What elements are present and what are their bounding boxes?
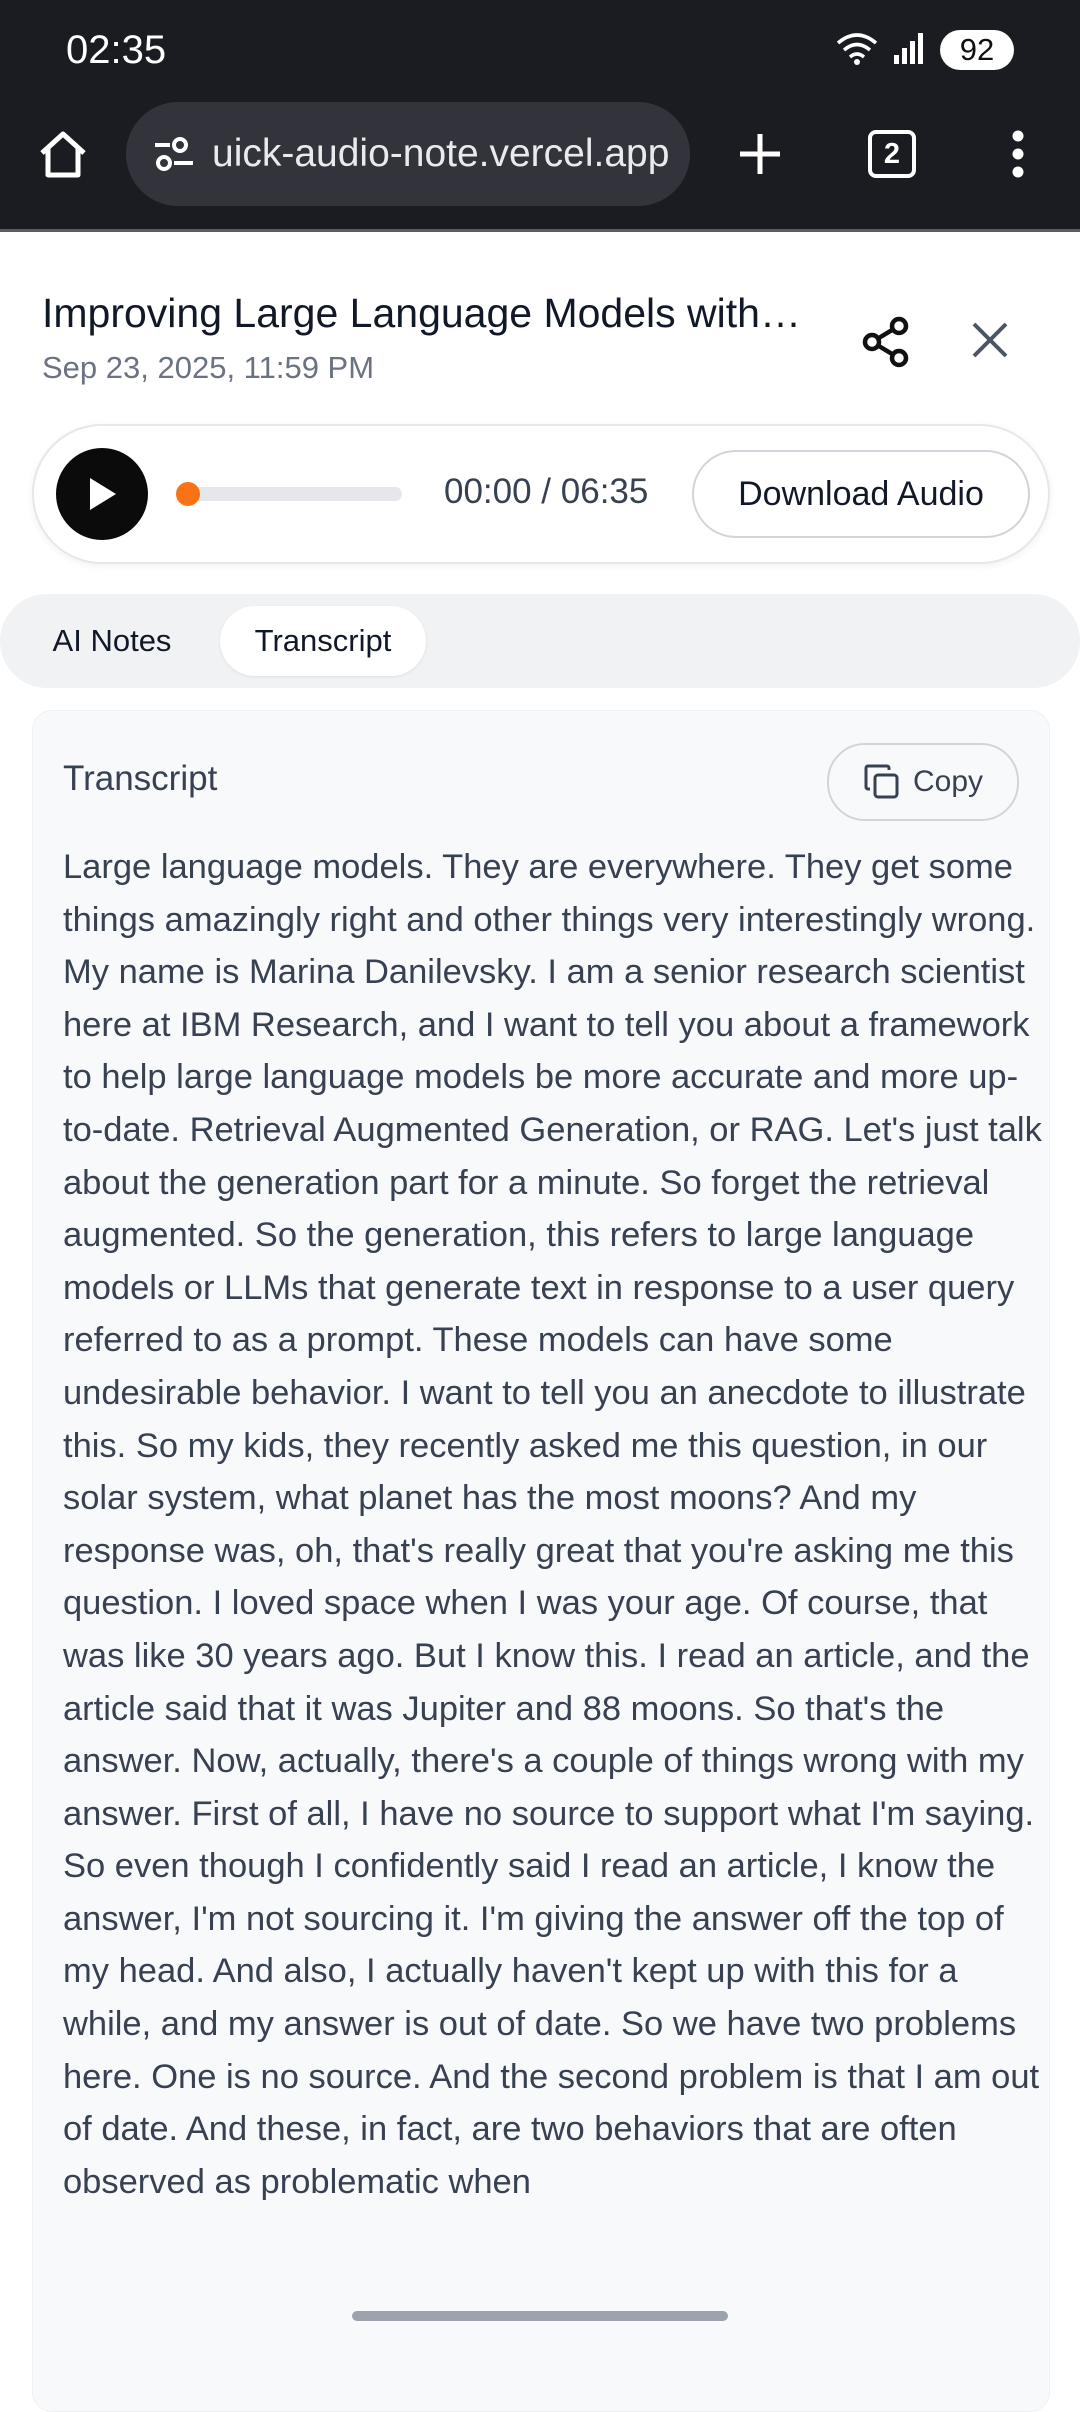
address-bar[interactable]: uick-audio-note.vercel.app (126, 102, 690, 206)
tab-count: 2 (868, 130, 916, 178)
browser-chrome: 02:35 92 uick-audio-note.vercel.app 2 (0, 0, 1080, 232)
close-icon (972, 322, 1008, 358)
note-title: Improving Large Language Models with… (42, 290, 801, 336)
chrome-divider (0, 229, 1080, 232)
status-time: 02:35 (66, 28, 167, 72)
site-settings-icon[interactable] (152, 134, 196, 174)
gesture-bar[interactable] (352, 2311, 728, 2321)
battery-level: 92 (940, 30, 1014, 70)
copy-button[interactable]: Copy (827, 743, 1019, 821)
wifi-icon (836, 31, 878, 70)
play-icon (90, 478, 116, 510)
transcript-text: Large language models. They are everywhe… (63, 848, 1042, 2201)
tab-ai-notes[interactable]: AI Notes (24, 606, 200, 676)
close-button[interactable] (962, 312, 1018, 368)
tab-switcher-button[interactable]: 2 (862, 124, 922, 184)
share-button[interactable] (856, 312, 916, 372)
home-icon (40, 131, 86, 178)
menu-button[interactable] (1000, 124, 1036, 184)
audio-progress-handle[interactable] (176, 482, 200, 506)
signal-icon (892, 31, 926, 70)
status-icons: 92 (836, 30, 1014, 70)
play-button[interactable] (56, 448, 148, 540)
tab-transcript[interactable]: Transcript (220, 606, 426, 676)
note-date: Sep 23, 2025, 11:59 PM (42, 350, 375, 385)
home-button[interactable] (30, 124, 96, 184)
copy-icon (864, 764, 899, 799)
share-icon (862, 316, 909, 368)
url-text: uick-audio-note.vercel.app (212, 132, 670, 175)
new-tab-button[interactable] (730, 124, 790, 184)
audio-player: 00:00 / 06:35 Download Audio (32, 424, 1050, 564)
audio-progress-bar[interactable] (176, 482, 402, 506)
download-audio-button[interactable]: Download Audio (692, 450, 1030, 538)
copy-label: Copy (912, 765, 984, 798)
audio-time: 00:00 / 06:35 (444, 472, 649, 511)
transcript-heading: Transcript (63, 759, 218, 798)
view-tabs: AI Notes Transcript (0, 594, 1080, 688)
more-vertical-icon (1012, 130, 1024, 178)
transcript-card: Transcript Copy Large language models. T… (32, 710, 1050, 2412)
plus-icon (740, 134, 780, 174)
